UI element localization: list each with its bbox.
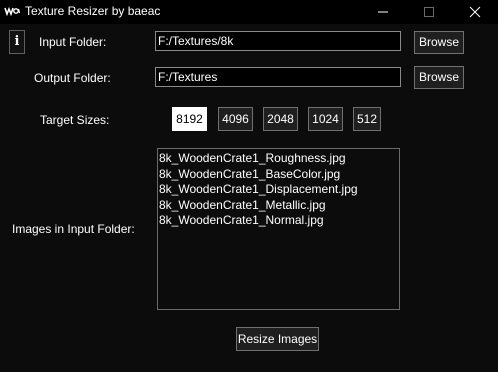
waveform-logo-icon xyxy=(4,6,20,16)
minimize-icon xyxy=(378,11,388,13)
images-label: Images in Input Folder: xyxy=(12,222,135,236)
list-item[interactable]: 8k_WoodenCrate1_Metallic.jpg xyxy=(158,198,399,214)
size-button-1024[interactable]: 1024 xyxy=(308,107,343,131)
images-listbox[interactable]: 8k_WoodenCrate1_Roughness.jpg 8k_WoodenC… xyxy=(157,148,400,310)
close-button[interactable] xyxy=(452,0,498,24)
size-button-2048[interactable]: 2048 xyxy=(263,107,298,131)
window-title: Texture Resizer by baeac xyxy=(25,4,161,18)
output-folder-label: Output Folder: xyxy=(34,71,111,85)
list-item[interactable]: 8k_WoodenCrate1_Roughness.jpg xyxy=(158,151,399,167)
input-folder-label: Input Folder: xyxy=(39,35,107,49)
size-button-4096[interactable]: 4096 xyxy=(218,107,253,131)
input-folder-field[interactable]: F:/Textures/8k xyxy=(155,31,401,51)
list-item[interactable]: 8k_WoodenCrate1_Normal.jpg xyxy=(158,213,399,229)
minimize-button[interactable] xyxy=(360,0,406,24)
close-icon xyxy=(469,6,481,18)
size-button-8192[interactable]: 8192 xyxy=(172,107,207,131)
output-folder-field[interactable]: F:/Textures xyxy=(155,67,401,87)
target-sizes-label: Target Sizes: xyxy=(40,113,110,127)
output-browse-button[interactable]: Browse xyxy=(414,66,464,89)
input-browse-button[interactable]: Browse xyxy=(414,31,464,54)
title-bar[interactable]: Texture Resizer by baeac xyxy=(0,0,498,24)
size-button-512[interactable]: 512 xyxy=(353,107,381,131)
list-item[interactable]: 8k_WoodenCrate1_BaseColor.jpg xyxy=(158,167,399,183)
resize-images-button[interactable]: Resize Images xyxy=(236,327,319,351)
maximize-button[interactable] xyxy=(406,0,452,24)
list-item[interactable]: 8k_WoodenCrate1_Displacement.jpg xyxy=(158,182,399,198)
maximize-icon xyxy=(424,7,434,17)
info-button[interactable]: i xyxy=(9,30,25,54)
